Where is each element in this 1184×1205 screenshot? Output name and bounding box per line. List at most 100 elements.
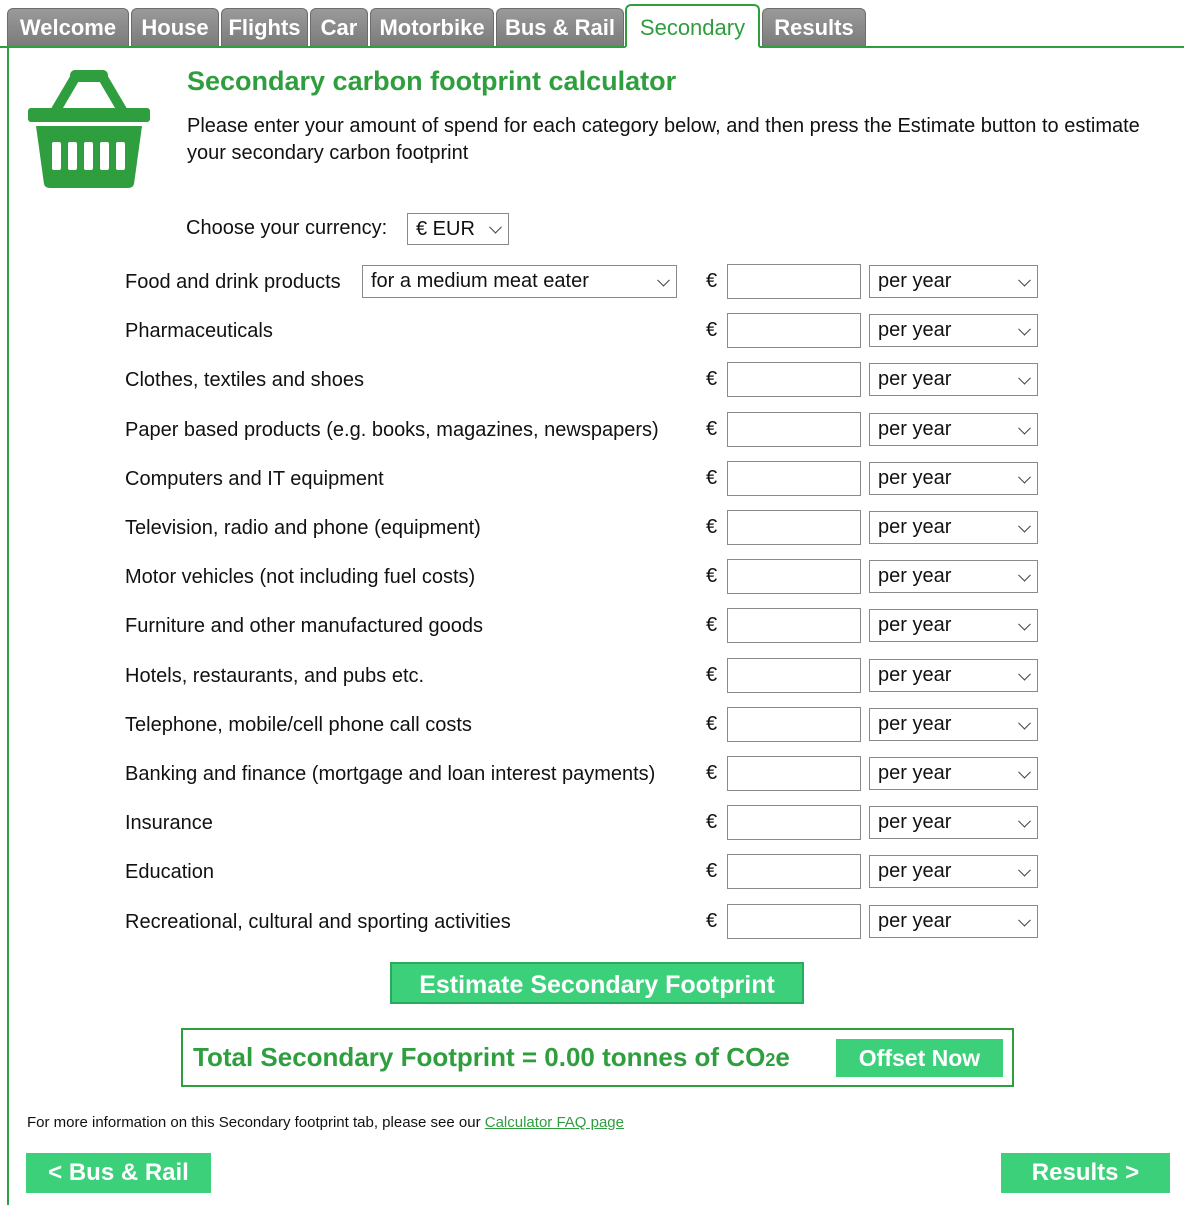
spend-row-label: Hotels, restaurants, and pubs etc. (125, 665, 425, 687)
tab-bus-rail[interactable]: Bus & Rail (496, 8, 624, 46)
chevron-down-icon (1018, 617, 1031, 631)
page-title: Secondary carbon footprint calculator (187, 66, 677, 96)
currency-symbol: € (706, 516, 718, 538)
chevron-down-icon (1018, 568, 1031, 582)
chevron-down-icon (489, 220, 502, 234)
spend-row: Hotels, restaurants, and pubs etc. € per y… (0, 658, 1184, 694)
spend-row: Clothes, textiles and shoes € per year (0, 362, 1184, 398)
period-select[interactable]: per year (869, 708, 1038, 741)
period-value: per year (878, 811, 952, 833)
chevron-down-icon (1018, 322, 1031, 336)
currency-symbol: € (706, 762, 718, 784)
period-value: per year (878, 516, 952, 538)
tab-car[interactable]: Car (310, 8, 368, 46)
spend-amount-input[interactable] (727, 412, 861, 447)
spend-row: Telephone, mobile/cell phone call costs €… (0, 707, 1184, 743)
tab-underline (0, 46, 1184, 48)
period-select[interactable]: per year (869, 462, 1038, 495)
spend-row: Motor vehicles (not including fuel costs… (0, 559, 1184, 595)
faq-link[interactable]: Calculator FAQ page (485, 1114, 624, 1131)
spend-amount-input[interactable] (727, 756, 861, 791)
spend-row-label: Computers and IT equipment (125, 468, 384, 490)
currency-symbol: € (706, 319, 718, 341)
spend-row: Television, radio and phone (equipment) €… (0, 510, 1184, 546)
food-diet-select[interactable]: for a medium meat eater (362, 265, 677, 298)
period-value: per year (878, 565, 952, 587)
currency-symbol: € (706, 467, 718, 489)
spend-row-label: Banking and finance (mortgage and loan i… (125, 763, 656, 785)
currency-symbol: € (706, 713, 718, 735)
spend-amount-input[interactable] (727, 264, 861, 299)
currency-value: € EUR (416, 218, 475, 240)
total-footprint-box: Total Secondary Footprint = 0.00 tonnes … (181, 1028, 1014, 1087)
spend-amount-input[interactable] (727, 707, 861, 742)
currency-symbol: € (706, 614, 718, 636)
currency-symbol: € (706, 811, 718, 833)
spend-amount-input[interactable] (727, 805, 861, 840)
period-select[interactable]: per year (869, 609, 1038, 642)
period-select[interactable]: per year (869, 413, 1038, 446)
spend-row-label: Education (125, 861, 214, 883)
spend-amount-input[interactable] (727, 608, 861, 643)
spend-row-label: Telephone, mobile/cell phone call costs (125, 714, 472, 736)
period-select[interactable]: per year (869, 757, 1038, 790)
period-select[interactable]: per year (869, 855, 1038, 888)
currency-symbol: € (706, 910, 718, 932)
currency-symbol: € (706, 565, 718, 587)
tab-house[interactable]: House (131, 8, 219, 46)
spend-amount-input[interactable] (727, 904, 861, 939)
food-diet-value: for a medium meat eater (371, 270, 589, 292)
tab-flights[interactable]: Flights (221, 8, 308, 46)
tab-motorbike[interactable]: Motorbike (370, 8, 494, 46)
period-value: per year (878, 860, 952, 882)
spend-amount-input[interactable] (727, 461, 861, 496)
period-select[interactable]: per year (869, 806, 1038, 839)
period-value: per year (878, 319, 952, 341)
chevron-down-icon (1018, 519, 1031, 533)
chevron-down-icon (1018, 371, 1031, 385)
period-value: per year (878, 762, 952, 784)
period-value: per year (878, 910, 952, 932)
chevron-down-icon (1018, 913, 1031, 927)
tab-bar: Welcome House Flights Car Motorbike Bus … (0, 0, 1184, 48)
period-value: per year (878, 467, 952, 489)
period-select[interactable]: per year (869, 905, 1038, 938)
period-select[interactable]: per year (869, 363, 1038, 396)
currency-symbol: € (706, 860, 718, 882)
tab-secondary[interactable]: Secondary (625, 4, 760, 48)
offset-now-button[interactable]: Offset Now (836, 1039, 1003, 1077)
tab-results[interactable]: Results (762, 8, 866, 46)
spend-amount-input[interactable] (727, 313, 861, 348)
currency-select[interactable]: € EUR (407, 213, 509, 245)
chevron-down-icon (1018, 470, 1031, 484)
currency-symbol: € (706, 664, 718, 686)
currency-symbol: € (706, 368, 718, 390)
period-select[interactable]: per year (869, 265, 1038, 298)
spend-row: Insurance € per year (0, 805, 1184, 841)
chevron-down-icon (657, 273, 670, 287)
spend-amount-input[interactable] (727, 658, 861, 693)
spend-row: Food and drink products for a medium meat… (0, 264, 1184, 300)
estimate-button[interactable]: Estimate Secondary Footprint (390, 962, 804, 1004)
spend-row: Education € per year (0, 854, 1184, 890)
period-select[interactable]: per year (869, 511, 1038, 544)
chevron-down-icon (1018, 863, 1031, 877)
period-select[interactable]: per year (869, 314, 1038, 347)
shopping-basket-icon (28, 70, 150, 188)
spend-row: Furniture and other manufactured goods € p… (0, 608, 1184, 644)
period-select[interactable]: per year (869, 659, 1038, 692)
period-value: per year (878, 418, 952, 440)
spend-amount-input[interactable] (727, 510, 861, 545)
period-value: per year (878, 713, 952, 735)
chevron-down-icon (1018, 421, 1031, 435)
tab-welcome[interactable]: Welcome (7, 8, 129, 46)
spend-amount-input[interactable] (727, 854, 861, 889)
chevron-down-icon (1018, 814, 1031, 828)
next-results-button[interactable]: Results > (1001, 1153, 1170, 1193)
spend-amount-input[interactable] (727, 362, 861, 397)
spend-row: Computers and IT equipment € per year (0, 461, 1184, 497)
spend-row: Recreational, cultural and sporting acti… (0, 904, 1184, 940)
spend-amount-input[interactable] (727, 559, 861, 594)
period-select[interactable]: per year (869, 560, 1038, 593)
prev-bus-rail-button[interactable]: < Bus & Rail (26, 1153, 211, 1193)
